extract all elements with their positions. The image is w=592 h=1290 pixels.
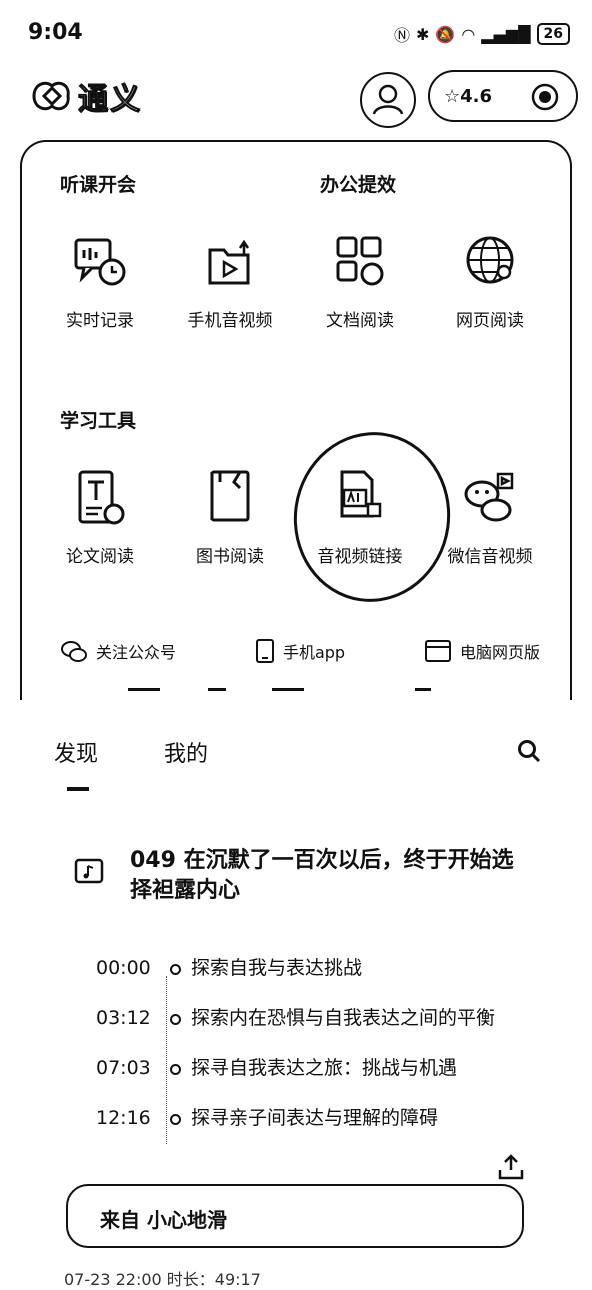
- wechat-media-icon: [464, 472, 514, 522]
- target-icon[interactable]: [530, 82, 560, 112]
- wifi-icon: ◠: [461, 24, 476, 44]
- web-version-link[interactable]: 电脑网页版: [424, 639, 540, 663]
- chapter-time: 03:12: [96, 1007, 151, 1029]
- paper-read-icon: [78, 470, 125, 525]
- web-read-icon: [466, 236, 514, 284]
- tool-paper-read[interactable]: 论文阅读: [35, 468, 165, 567]
- page-indicator: [272, 688, 304, 691]
- realtime-record-icon: [74, 238, 126, 286]
- status-icons: Ⓝ ✱ 🔕 ◠ ▂▄▆█ 26: [394, 22, 570, 46]
- tool-label: 文档阅读: [326, 311, 394, 331]
- links-row: 关注公众号 手机app 电脑网页版: [60, 638, 540, 664]
- chapter-dot: [170, 1014, 181, 1025]
- page-indicator: [128, 688, 160, 691]
- rating-pill[interactable]: ☆4.6: [428, 70, 578, 122]
- tool-label: 图书阅读: [196, 547, 264, 567]
- tool-phone-media[interactable]: 手机音视频: [165, 232, 295, 331]
- browser-icon: [424, 640, 451, 662]
- chapter-text: 探索内在恐惧与自我表达之间的平衡: [191, 1007, 496, 1029]
- chapter-dot: [170, 1114, 181, 1125]
- chapter-dot: [170, 964, 181, 975]
- search-icon[interactable]: [516, 738, 542, 764]
- status-time: 9:04: [28, 20, 83, 45]
- phone-icon: [255, 639, 274, 663]
- section-title-listen: 听课开会: [60, 174, 137, 196]
- tab-discover[interactable]: 发现: [54, 736, 98, 768]
- tool-realtime-record[interactable]: 实时记录: [35, 232, 165, 331]
- chapter-time: 00:00: [96, 957, 151, 979]
- document-read-icon: [336, 236, 384, 286]
- chapter-time: 12:16: [96, 1107, 151, 1129]
- chapter-time: 07:03: [96, 1057, 151, 1079]
- chapter-item[interactable]: 00:00 探索自我与表达挑战: [96, 956, 516, 980]
- chapter-text: 探寻自我表达之旅：挑战与机遇: [191, 1057, 458, 1079]
- mobile-app-link[interactable]: 手机app: [255, 638, 345, 664]
- chapter-item[interactable]: 12:16 探寻亲子间表达与理解的障碍: [96, 1106, 516, 1130]
- chapter-text: 探寻亲子间表达与理解的障碍: [191, 1107, 439, 1129]
- chapter-dot: [170, 1064, 181, 1075]
- source-card[interactable]: 来自 小心地滑: [66, 1184, 524, 1248]
- section-title-study: 学习工具: [60, 410, 137, 432]
- tool-label: 论文阅读: [66, 547, 134, 567]
- avatar-button[interactable]: [360, 72, 416, 128]
- signal-icon: ▂▄▆█: [481, 24, 531, 44]
- chapter-timeline: 00:00 探索自我与表达挑战 03:12 探索内在恐惧与自我表达之间的平衡 0…: [96, 956, 516, 1130]
- link-label: 关注公众号: [96, 643, 177, 662]
- tool-label: 手机音视频: [187, 311, 273, 331]
- mute-icon: 🔕: [435, 24, 456, 44]
- app-name: 通义: [78, 82, 142, 118]
- tool-book-read[interactable]: 图书阅读: [165, 468, 295, 567]
- chapter-item[interactable]: 03:12 探索内在恐惧与自我表达之间的平衡: [96, 1006, 516, 1030]
- follow-official-account-link[interactable]: 关注公众号: [60, 638, 176, 664]
- tool-label: 实时记录: [66, 311, 134, 331]
- tongyi-logo-icon: [32, 81, 70, 111]
- battery-level: 26: [536, 23, 570, 45]
- section-title-office: 办公提效: [320, 174, 397, 196]
- bluetooth-icon: ✱: [416, 24, 430, 44]
- app-logo: 通义: [28, 74, 142, 118]
- page-indicator: [415, 688, 431, 691]
- tool-document-read[interactable]: 文档阅读: [295, 232, 425, 331]
- article-meta: 07-23 22:00 时长：49:17: [64, 1270, 261, 1289]
- phone-media-icon: [208, 239, 250, 285]
- chapter-text: 探索自我与表达挑战: [191, 957, 363, 979]
- share-icon[interactable]: [496, 1152, 526, 1182]
- rating-value: ☆4.6: [444, 86, 493, 107]
- link-label: 电脑网页版: [459, 643, 540, 662]
- wechat-icon: [61, 641, 87, 662]
- source-text: 来自 小心地滑: [100, 1208, 227, 1232]
- page-indicator: [208, 688, 226, 691]
- chapter-item[interactable]: 07:03 探寻自我表达之旅：挑战与机遇: [96, 1056, 516, 1080]
- tool-label: 网页阅读: [456, 311, 524, 331]
- tool-web-read[interactable]: 网页阅读: [425, 232, 555, 331]
- article-title[interactable]: 049 在沉默了一百次以后，终于开始选择袒露内心: [130, 846, 530, 906]
- link-label: 手机app: [282, 643, 346, 662]
- user-icon: [372, 84, 404, 115]
- tab-active-indicator: [67, 787, 89, 791]
- tab-mine[interactable]: 我的: [164, 736, 208, 768]
- audio-file-icon: [74, 858, 104, 884]
- book-read-icon: [210, 470, 250, 522]
- nfc-icon: Ⓝ: [393, 26, 410, 45]
